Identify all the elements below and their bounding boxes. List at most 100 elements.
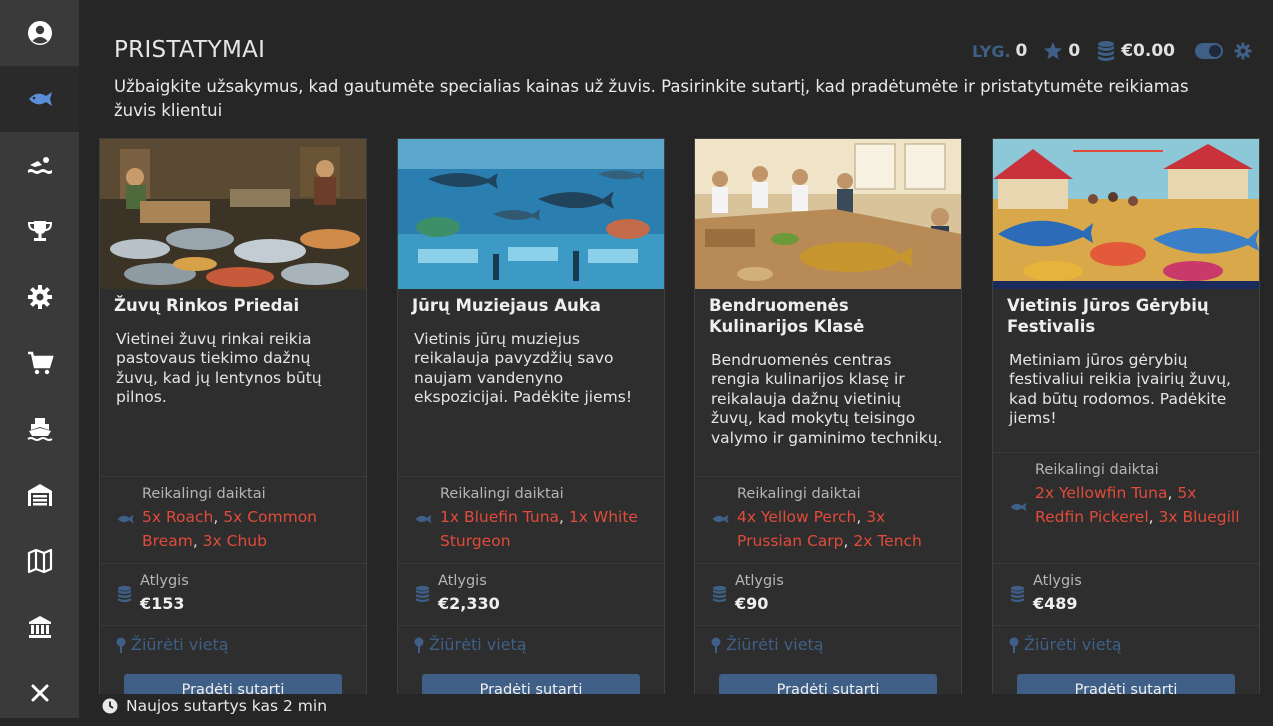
pin-icon: [711, 637, 721, 653]
required-items-label: Reikalingi daiktai: [440, 486, 564, 502]
sidebar-item-warehouse[interactable]: [0, 462, 79, 528]
required-items-list: 5x Roach, 5x Common Bream, 3x Chub: [142, 506, 357, 553]
card-divider: [695, 563, 961, 564]
required-items-list: 1x Bluefin Tuna, 1x White Sturgeon: [440, 506, 655, 553]
reward-value: €2,330: [438, 594, 500, 613]
required-item[interactable]: 1x Bluefin Tuna: [440, 508, 559, 526]
card-title: Jūrų Muziejaus Auka: [398, 289, 664, 316]
card-divider: [100, 476, 366, 477]
sidebar-item-boat[interactable]: [0, 396, 79, 462]
card-divider: [100, 625, 366, 626]
card-title: Bendruomenės Kulinarijos Klasė: [695, 289, 961, 337]
money-stat: €0.00: [1096, 40, 1175, 62]
fish-market-image: [100, 139, 366, 289]
reward-label: Atlygis: [735, 573, 784, 589]
pin-icon: [116, 637, 126, 653]
required-item[interactable]: 3x Chub: [203, 532, 267, 550]
contract-card: Vietinis Jūros Gėrybių Festivalis Metini…: [992, 138, 1260, 718]
reward-value: €153: [140, 594, 185, 613]
sidebar-item-trophies[interactable]: [0, 198, 79, 264]
view-location-link[interactable]: Žiūrėti vietą: [414, 635, 527, 654]
aquarium-image: [398, 139, 664, 289]
view-location-link[interactable]: Žiūrėti vietą: [1009, 635, 1122, 654]
card-divider: [695, 625, 961, 626]
contract-card: Bendruomenės Kulinarijos Klasė Bendruome…: [694, 138, 962, 718]
card-title: Vietinis Jūros Gėrybių Festivalis: [993, 289, 1259, 337]
cooking-class-image: [695, 139, 961, 289]
card-description: Bendruomenės centras rengia kulinarijos …: [695, 337, 961, 448]
footer-text: Naujos sutartys kas 2 min: [126, 697, 327, 715]
sidebar-item-settings[interactable]: [0, 264, 79, 330]
warehouse-icon: [26, 481, 54, 509]
coins-icon: [711, 585, 728, 603]
coins-icon: [414, 585, 431, 603]
footer-bar: Naujos sutartys kas 2 min: [79, 694, 1273, 718]
sidebar-item-bank[interactable]: [0, 594, 79, 660]
clock-icon: [102, 698, 118, 714]
required-items-list: 4x Yellow Perch, 3x Prussian Carp, 2x Te…: [737, 506, 952, 553]
map-icon: [26, 547, 54, 575]
view-location-label: Žiūrėti vietą: [429, 635, 527, 654]
pin-icon: [414, 637, 424, 653]
stars-stat: 0: [1043, 41, 1080, 61]
card-divider: [100, 563, 366, 564]
card-description: Metiniam jūros gėrybių festivaliui reiki…: [993, 337, 1259, 429]
required-items-label: Reikalingi daiktai: [1035, 462, 1159, 478]
cart-icon: [26, 349, 54, 377]
contract-card: Žuvų Rinkos Priedai Vietinei žuvų rinkai…: [99, 138, 367, 718]
user-icon: [26, 19, 54, 47]
card-divider: [993, 563, 1259, 564]
gear-icon: [26, 283, 54, 311]
reward-label: Atlygis: [438, 573, 487, 589]
fish-icon: [26, 85, 54, 113]
view-location-link[interactable]: Žiūrėti vietą: [711, 635, 824, 654]
reward-value: €489: [1033, 594, 1078, 613]
fish-icon: [1009, 500, 1029, 514]
card-divider: [398, 563, 664, 564]
required-item[interactable]: 3x Bluegill: [1159, 508, 1240, 526]
required-item[interactable]: 4x Yellow Perch: [737, 508, 856, 526]
ship-icon: [26, 415, 54, 443]
required-items-label: Reikalingi daiktai: [737, 486, 861, 502]
page-description: Užbaigkite užsakymus, kad gautumėte spec…: [114, 75, 1209, 123]
reward-value: €90: [735, 594, 768, 613]
sidebar-item-close[interactable]: [0, 660, 79, 726]
fish-icon: [711, 512, 731, 526]
sidebar-item-map[interactable]: [0, 528, 79, 594]
sidebar-item-swim[interactable]: [0, 132, 79, 198]
coins-icon: [1096, 40, 1116, 62]
sidebar-item-shop[interactable]: [0, 330, 79, 396]
page-title: PRISTATYMAI: [114, 37, 265, 63]
required-item[interactable]: 5x Roach: [142, 508, 213, 526]
pin-icon: [1009, 637, 1019, 653]
money-value: €0.00: [1121, 41, 1175, 61]
view-location-label: Žiūrėti vietą: [726, 635, 824, 654]
coins-icon: [1009, 585, 1026, 603]
reward-label: Atlygis: [1033, 573, 1082, 589]
sidebar-item-deliveries[interactable]: [0, 66, 79, 132]
view-location-label: Žiūrėti vietą: [131, 635, 229, 654]
stars-value: 0: [1068, 41, 1080, 61]
main-content: PRISTATYMAI LYG. 0 0 €0.00 Užbaigkite už…: [79, 0, 1273, 718]
view-location-link[interactable]: Žiūrėti vietą: [116, 635, 229, 654]
close-icon: [26, 679, 54, 707]
coins-icon: [116, 585, 133, 603]
sidebar-item-profile[interactable]: [0, 0, 79, 66]
reward-label: Atlygis: [140, 573, 189, 589]
required-item[interactable]: 2x Tench: [853, 532, 922, 550]
view-location-label: Žiūrėti vietą: [1024, 635, 1122, 654]
card-divider: [398, 625, 664, 626]
required-items-label: Reikalingi daiktai: [142, 486, 266, 502]
top-stats-bar: LYG. 0 0 €0.00: [956, 38, 1253, 64]
bank-icon: [26, 613, 54, 641]
card-divider: [398, 476, 664, 477]
required-item[interactable]: 2x Yellowfin Tuna: [1035, 484, 1167, 502]
card-divider: [993, 452, 1259, 453]
settings-gear-icon[interactable]: [1233, 41, 1253, 61]
level-stat: LYG. 0: [972, 41, 1027, 61]
required-items-list: 2x Yellowfin Tuna, 5x Redfin Pickerel, 3…: [1035, 482, 1250, 529]
card-description: Vietinis jūrų muziejus reikalauja pavyzd…: [398, 316, 664, 408]
theme-toggle[interactable]: [1195, 43, 1223, 59]
fish-icon: [116, 512, 136, 526]
contract-card: Jūrų Muziejaus Auka Vietinis jūrų muziej…: [397, 138, 665, 718]
